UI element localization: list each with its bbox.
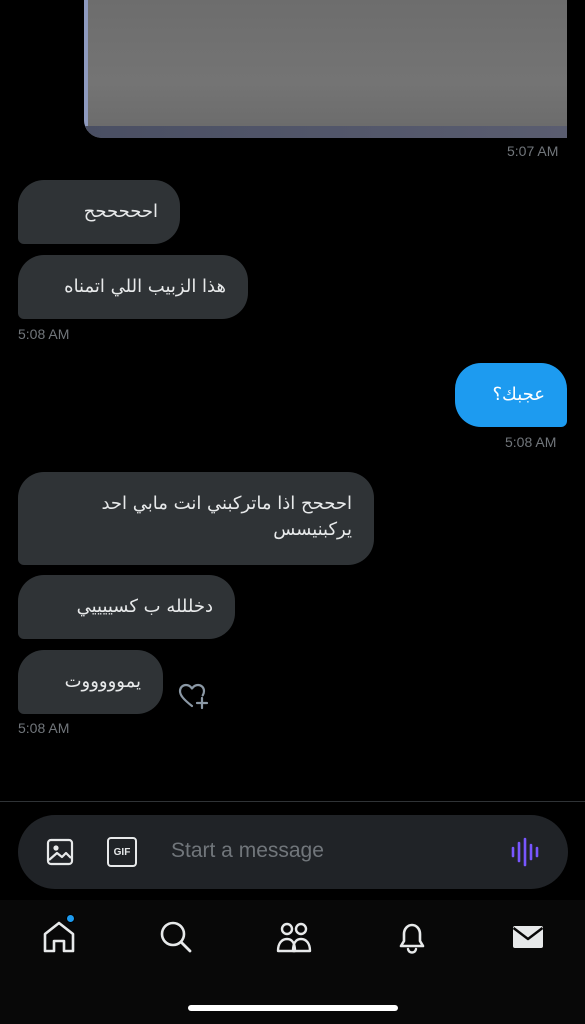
voice-wave-icon[interactable] bbox=[510, 837, 542, 867]
timestamp: 5:08 AM bbox=[18, 326, 70, 342]
communities-icon[interactable] bbox=[275, 918, 313, 956]
message-input[interactable]: Start a message bbox=[171, 839, 324, 863]
timestamp: 5:08 AM bbox=[505, 434, 557, 450]
message-bubble-incoming[interactable]: احححححح bbox=[18, 180, 180, 244]
home-indicator bbox=[188, 1005, 398, 1011]
gif-icon[interactable]: GIF bbox=[107, 837, 137, 867]
gif-label: GIF bbox=[113, 846, 131, 858]
message-text: دخللله ب كسييييي bbox=[76, 596, 213, 617]
composer-divider bbox=[0, 801, 585, 802]
message-bubble-incoming[interactable]: هذا الزبيب اللي اتمناه bbox=[18, 255, 248, 319]
message-text-line: احححح اذا ماتركبني انت مابي احد bbox=[101, 493, 352, 514]
search-icon[interactable] bbox=[157, 918, 195, 956]
message-text: يموووووت bbox=[64, 671, 141, 692]
message-bubble-incoming[interactable]: دخللله ب كسييييي bbox=[18, 575, 235, 639]
message-bubble-incoming[interactable]: يموووووت bbox=[18, 650, 163, 714]
heart-add-icon[interactable] bbox=[178, 682, 210, 710]
shared-image-message[interactable] bbox=[84, 0, 567, 138]
timestamp: 5:08 AM bbox=[18, 720, 70, 736]
message-text: عجبك؟ bbox=[492, 384, 545, 405]
notification-dot bbox=[66, 914, 75, 923]
messages-icon[interactable] bbox=[509, 918, 547, 956]
image-edge bbox=[84, 0, 88, 138]
timestamp: 5:07 AM bbox=[507, 143, 559, 159]
home-icon[interactable] bbox=[40, 918, 78, 956]
message-bubble-outgoing[interactable]: عجبك؟ bbox=[455, 363, 567, 427]
image-bottom-edge bbox=[84, 126, 567, 138]
message-text-line: يركبنيسس bbox=[273, 519, 352, 540]
message-text: هذا الزبيب اللي اتمناه bbox=[64, 276, 226, 297]
message-text: احححححح bbox=[83, 201, 158, 222]
message-composer[interactable]: GIF Start a message bbox=[18, 815, 568, 889]
image-icon[interactable] bbox=[45, 837, 75, 867]
notifications-icon[interactable] bbox=[393, 918, 431, 956]
message-bubble-incoming[interactable]: احححح اذا ماتركبني انت مابي احد يركبنيسس bbox=[18, 472, 374, 565]
